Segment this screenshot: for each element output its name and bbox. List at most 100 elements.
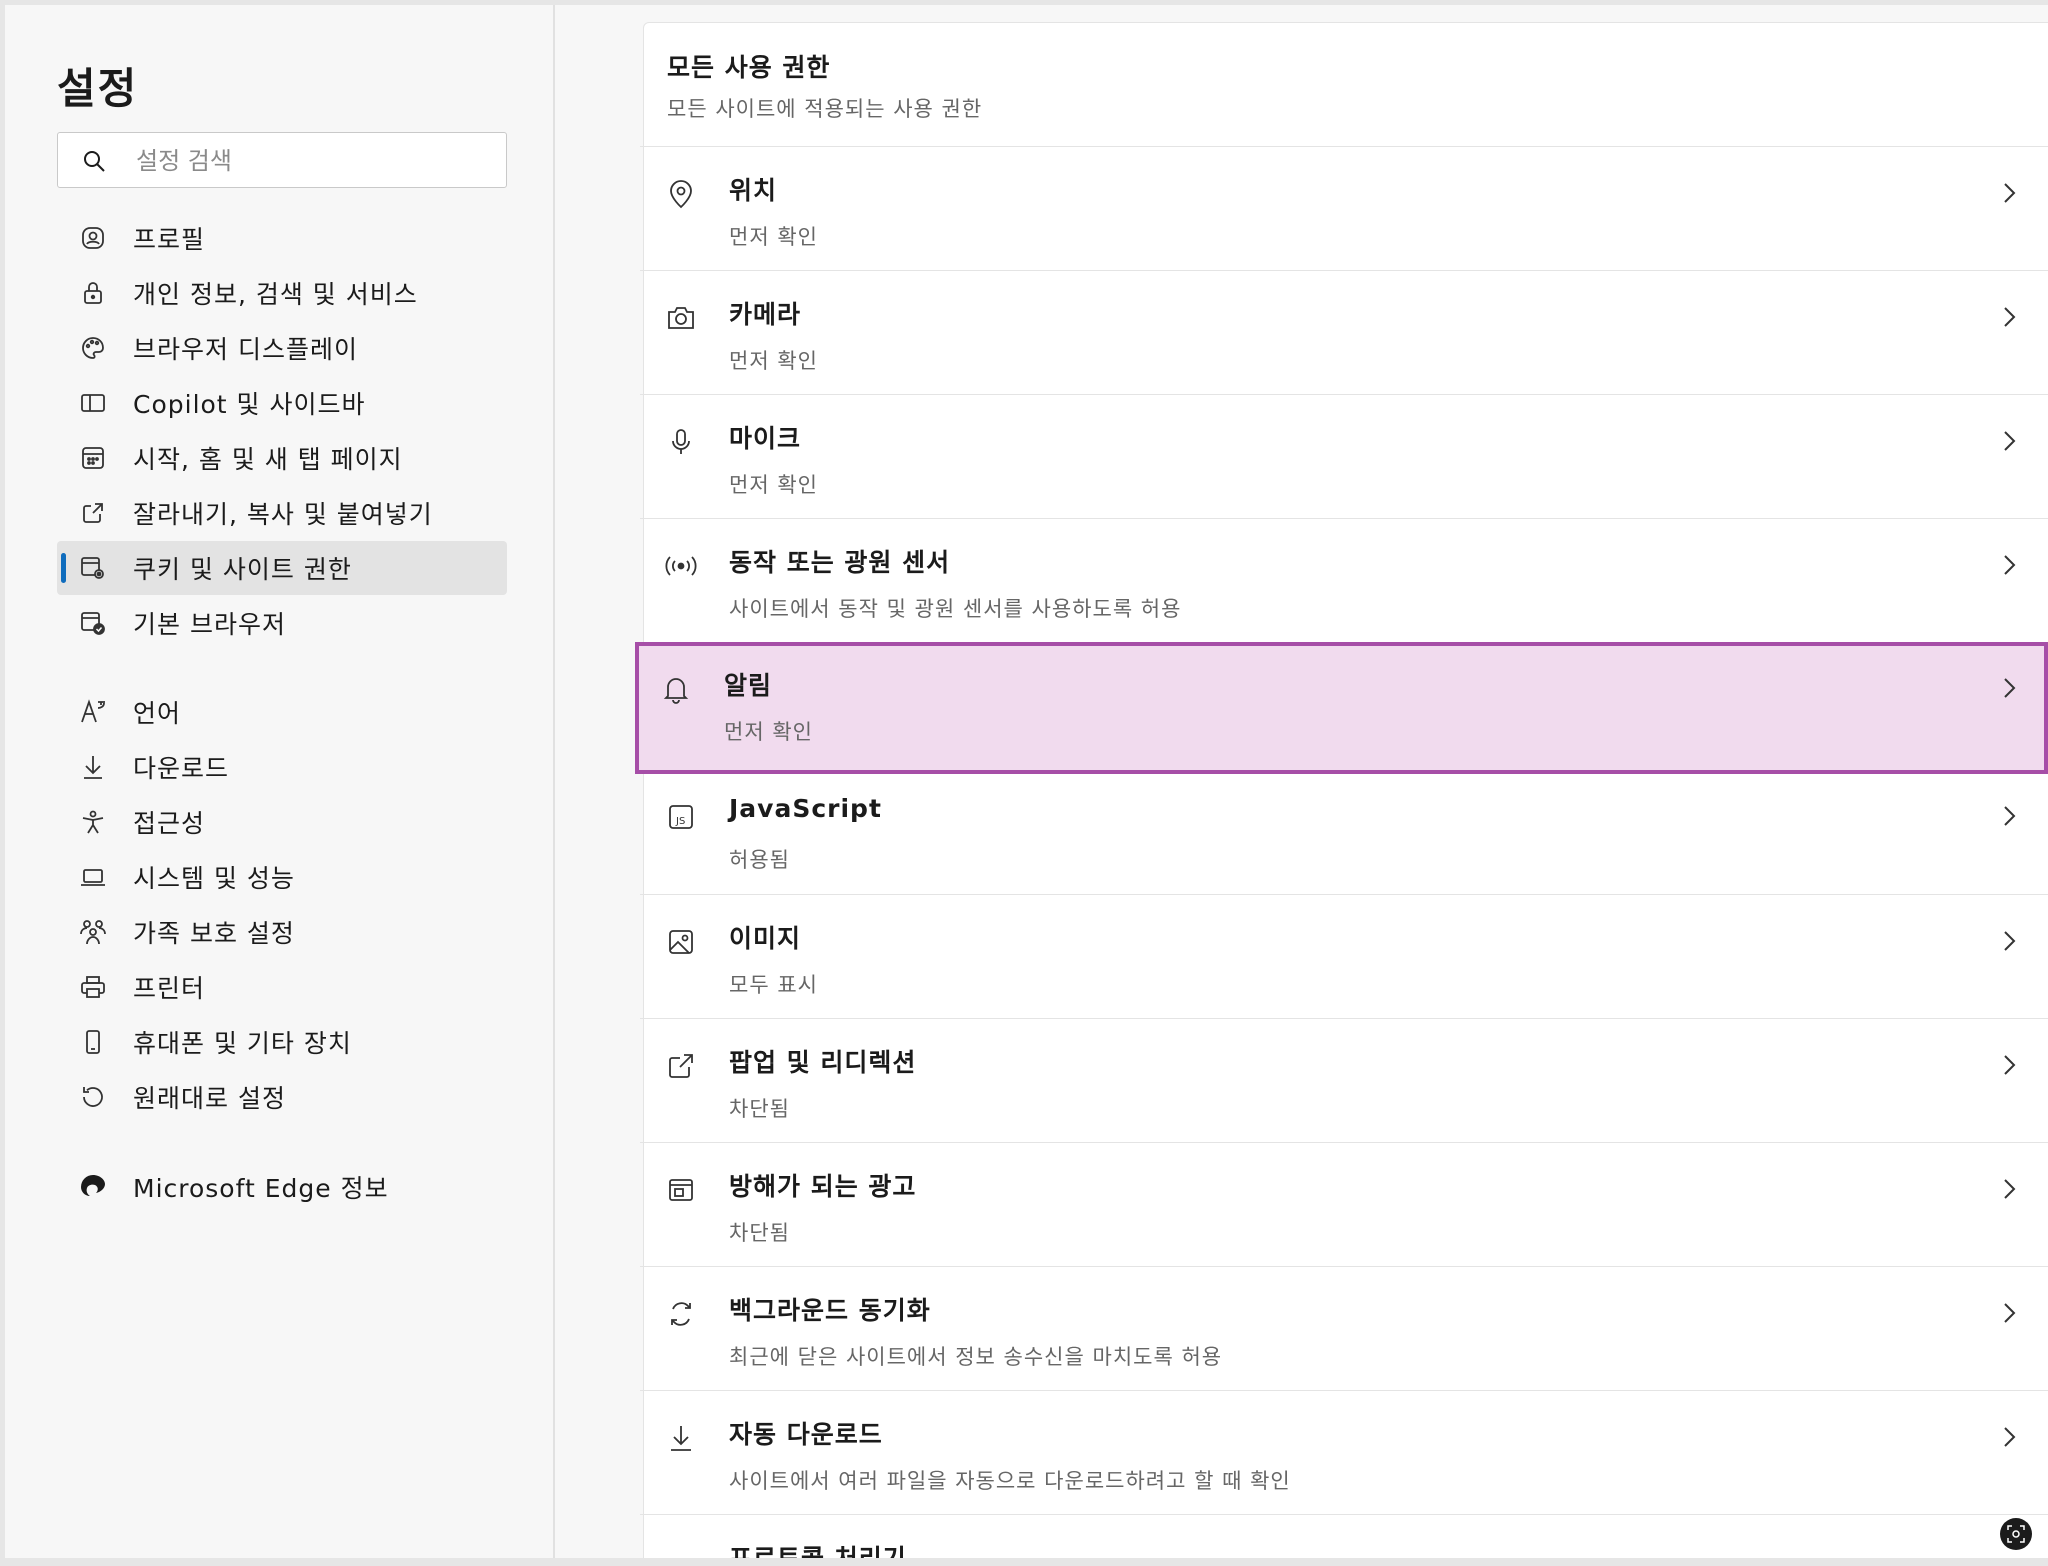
chevron-right-icon (2004, 1179, 2016, 1199)
laptop-icon (78, 862, 108, 892)
language-icon (78, 697, 108, 727)
sidebar-item-language[interactable]: 언어 (57, 685, 507, 739)
permission-row-location[interactable]: 위치 먼저 확인 (640, 146, 2048, 270)
sidebar: 설정 프로필 개인 정보, 검색 및 서비스 브라우저 디스플레이 Copilo… (5, 5, 555, 1558)
accessibility-icon (78, 807, 108, 837)
sidebar-item-about[interactable]: Microsoft Edge 정보 (57, 1160, 507, 1214)
sidebar-item-label: Copilot 및 사이드바 (133, 390, 366, 419)
visual-search-button[interactable] (2000, 1518, 2032, 1550)
sidebar-item-phone[interactable]: 휴대폰 및 기타 장치 (57, 1015, 507, 1069)
permission-row-camera[interactable]: 카메라 먼저 확인 (640, 270, 2048, 394)
camera-icon (664, 301, 698, 335)
sidebar-item-label: 시작, 홈 및 새 탭 페이지 (133, 445, 403, 474)
download-icon (664, 1421, 698, 1455)
sidebar-item-profile[interactable]: 프로필 (57, 211, 507, 265)
sidebar-item-accessibility[interactable]: 접근성 (57, 795, 507, 849)
sidebar-item-default-browser[interactable]: 기본 브라우저 (57, 596, 507, 650)
sidebar-item-downloads[interactable]: 다운로드 (57, 740, 507, 794)
permission-row-intrusive-ads[interactable]: 방해가 되는 광고 차단됨 (640, 1142, 2048, 1266)
home-grid-icon (78, 443, 108, 473)
svg-text:JS: JS (675, 816, 685, 827)
permission-title: 위치 (729, 176, 778, 205)
sidebar-item-system[interactable]: 시스템 및 성능 (57, 850, 507, 904)
popup-icon (664, 1049, 698, 1083)
permission-status: 최근에 닫은 사이트에서 정보 송수신을 마치도록 허용 (729, 1345, 1223, 1369)
chevron-right-icon (2004, 931, 2016, 951)
permission-status: 사이트에서 여러 파일을 자동으로 다운로드하려고 할 때 확인 (729, 1469, 1291, 1493)
sidebar-item-label: 브라우저 디스플레이 (133, 335, 358, 364)
permission-status: 먼저 확인 (729, 349, 818, 373)
chevron-right-icon (2004, 806, 2016, 826)
search-input[interactable] (134, 141, 488, 181)
sidebar-item-label: 접근성 (133, 809, 206, 838)
sidebar-item-cookies[interactable]: 쿠키 및 사이트 권한 (57, 541, 507, 595)
sidebar-item-privacy[interactable]: 개인 정보, 검색 및 서비스 (57, 266, 507, 320)
sidebar-item-label: 프로필 (133, 225, 206, 254)
location-icon (664, 177, 698, 211)
chevron-right-icon (2004, 678, 2016, 698)
section-title: 모든 사용 권한 (667, 53, 831, 82)
permission-row-notifications[interactable]: 알림 먼저 확인 (635, 642, 2048, 774)
sidebar-item-label: 시스템 및 성능 (133, 864, 295, 893)
permission-status: 먼저 확인 (729, 225, 818, 249)
permission-title: 팝업 및 리디렉션 (729, 1048, 917, 1077)
edge-logo-icon (78, 1172, 108, 1202)
chevron-right-icon (2004, 183, 2016, 203)
permission-row-microphone[interactable]: 마이크 먼저 확인 (640, 394, 2048, 518)
sidebar-item-label: Microsoft Edge 정보 (133, 1174, 389, 1203)
permission-row-automatic-downloads[interactable]: 자동 다운로드 사이트에서 여러 파일을 자동으로 다운로드하려고 할 때 확인 (640, 1390, 2048, 1514)
permission-title: 프로토콜 처리기 (729, 1539, 907, 1558)
permission-title: 마이크 (729, 424, 802, 453)
sidebar-item-label: 다운로드 (133, 754, 230, 783)
lock-icon (78, 278, 108, 308)
permission-title: 카메라 (729, 300, 802, 329)
image-icon (664, 925, 698, 959)
permission-row-sensors[interactable]: 동작 또는 광원 센서 사이트에서 동작 및 광원 센서를 사용하도록 허용 (640, 518, 2048, 642)
download-icon (78, 752, 108, 782)
visual-search-icon (2007, 1525, 2025, 1543)
permission-row-background-sync[interactable]: 백그라운드 동기화 최근에 닫은 사이트에서 정보 송수신을 마치도록 허용 (640, 1266, 2048, 1390)
sidebar-item-label: 언어 (133, 699, 182, 728)
sensor-icon (664, 549, 698, 583)
sidebar-item-reset[interactable]: 원래대로 설정 (57, 1070, 507, 1124)
sidebar-item-printers[interactable]: 프린터 (57, 960, 507, 1014)
permission-row-images[interactable]: 이미지 모두 표시 (640, 894, 2048, 1018)
permission-row-popups[interactable]: 팝업 및 리디렉션 차단됨 (640, 1018, 2048, 1142)
sidebar-item-label: 휴대폰 및 기타 장치 (133, 1029, 352, 1058)
phone-icon (78, 1027, 108, 1057)
permission-title: 이미지 (729, 924, 802, 953)
permission-title: 백그라운드 동기화 (729, 1296, 931, 1325)
search-icon (84, 151, 105, 172)
permission-status: 허용됨 (729, 848, 790, 872)
chevron-right-icon (2004, 1427, 2016, 1447)
sidebar-item-label: 쿠키 및 사이트 권한 (133, 555, 352, 584)
bell-icon (659, 672, 693, 706)
microphone-icon (664, 425, 698, 459)
sidebar-item-copilot[interactable]: Copilot 및 사이드바 (57, 376, 507, 430)
default-browser-icon (78, 608, 108, 638)
reset-icon (78, 1082, 108, 1112)
ads-icon (664, 1173, 698, 1207)
chevron-right-icon (2004, 1303, 2016, 1323)
permission-row-protocol-handlers[interactable]: 프로토콜 처리기 (640, 1514, 2048, 1558)
sidebar-item-label: 원래대로 설정 (133, 1084, 286, 1113)
permission-row-javascript[interactable]: JS JavaScript 허용됨 (640, 770, 2048, 894)
cookie-settings-icon (78, 553, 108, 583)
permission-title: 알림 (724, 671, 773, 700)
permission-status: 모두 표시 (729, 973, 818, 997)
sidebar-item-start-home[interactable]: 시작, 홈 및 새 탭 페이지 (57, 431, 507, 485)
sidebar-item-family[interactable]: 가족 보호 설정 (57, 905, 507, 959)
sidebar-item-clipboard[interactable]: 잘라내기, 복사 및 붙여넣기 (57, 486, 507, 540)
printer-icon (78, 972, 108, 1002)
search-box[interactable] (57, 132, 507, 188)
sidebar-item-display[interactable]: 브라우저 디스플레이 (57, 321, 507, 375)
javascript-icon: JS (664, 800, 698, 834)
chevron-right-icon (2004, 555, 2016, 575)
family-icon (78, 917, 108, 947)
permission-title: 방해가 되는 광고 (729, 1172, 917, 1201)
sync-icon (664, 1297, 698, 1331)
profile-icon (78, 223, 108, 253)
permission-status: 차단됨 (729, 1221, 790, 1245)
permission-status: 먼저 확인 (724, 720, 813, 744)
sidebar-item-label: 잘라내기, 복사 및 붙여넣기 (133, 500, 433, 529)
